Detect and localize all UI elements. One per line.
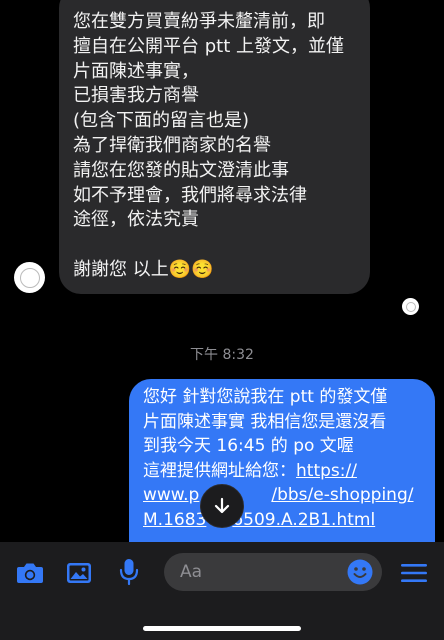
message-line: 為了捍衛我們商家的名譽 <box>73 134 271 156</box>
message-line: 片面陳述事實， <box>73 60 199 82</box>
incoming-message-bubble[interactable]: 您在雙方買賣紛爭未釐清前，即 擅自在公開平台 ptt 上發文，並僅 片面陳述事實… <box>59 0 370 294</box>
message-line: (包含下面的留言也是) <box>73 110 250 132</box>
home-indicator[interactable] <box>143 626 301 631</box>
read-receipt-avatar <box>402 298 419 315</box>
message-line: 您好 針對您說我在 ptt 的發文僅 <box>143 387 388 407</box>
emoji-button[interactable] <box>346 558 374 586</box>
menu-icon <box>401 564 427 582</box>
microphone-icon <box>119 559 139 586</box>
message-line: 片面陳述事實 我相信您是還沒看 <box>143 411 387 432</box>
photo-button[interactable] <box>65 560 93 586</box>
scroll-to-bottom-button[interactable] <box>200 484 244 528</box>
message-line: 到我今天 16:45 的 po 文喔 <box>143 436 354 456</box>
message-text: 這裡提供網址給您： <box>143 460 296 481</box>
message-line: 謝謝您 以上☺️☺️ <box>73 258 214 280</box>
message-line: 您在雙方買賣紛爭未釐清前，即 <box>73 11 325 32</box>
arrow-down-icon <box>214 497 230 514</box>
outgoing-message-bubble[interactable]: 您好 針對您說我在 ptt 的發文僅 片面陳述事實 我相信您是還沒看 到我今天 … <box>129 379 435 559</box>
message-link[interactable]: M.1683 6509.A.2B1.html <box>143 508 425 533</box>
photo-icon <box>67 563 91 583</box>
microphone-button[interactable] <box>116 557 142 587</box>
message-text-field[interactable] <box>180 562 330 582</box>
message-timestamp: 下午 8:32 <box>190 347 254 363</box>
message-line: 途徑，依法究責 <box>73 209 199 231</box>
menu-button[interactable] <box>400 561 428 585</box>
message-line: 擅自在公開平台 ptt 上發文，並僅 <box>73 35 344 57</box>
message-line: 這裡提供網址給您：https:// <box>143 459 425 484</box>
emoji-icon <box>347 559 373 585</box>
message-line: 已損害我方商譽 <box>73 85 199 107</box>
camera-icon <box>17 563 43 583</box>
message-link[interactable]: https:// <box>296 461 357 481</box>
sender-avatar[interactable] <box>14 262 45 293</box>
camera-button[interactable] <box>15 560 45 586</box>
message-link[interactable]: www.p/bbs/e-shopping/ <box>143 483 425 508</box>
message-line: 請您在您發的貼文澄清此事 <box>73 159 289 181</box>
message-line: 如不予理會，我們將尋求法律 <box>73 184 307 206</box>
